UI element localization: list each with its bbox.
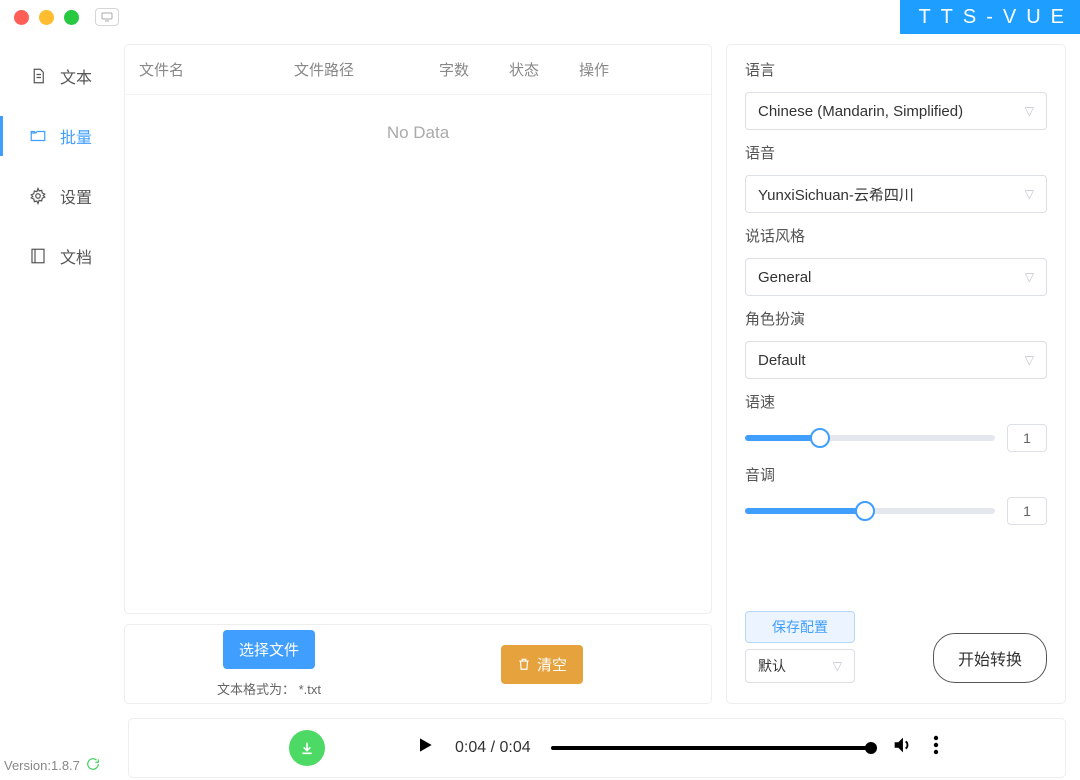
trash-icon xyxy=(517,657,531,671)
col-words: 字数 xyxy=(439,59,509,80)
chevron-down-icon: ▽ xyxy=(833,659,842,673)
play-button[interactable] xyxy=(415,735,435,761)
app-title: TTS-VUE xyxy=(900,0,1080,34)
pitch-slider[interactable] xyxy=(745,508,995,514)
col-filepath: 文件路径 xyxy=(294,59,439,80)
panel-left: 文件名 文件路径 字数 状态 操作 No Data 选择文件 文本格式为： *.… xyxy=(124,44,712,780)
file-format-hint: 文本格式为： *.txt xyxy=(217,679,321,698)
progress-bar[interactable] xyxy=(551,746,871,750)
table-empty: No Data xyxy=(125,95,711,171)
chevron-down-icon: ▽ xyxy=(1025,104,1034,118)
col-actions: 操作 xyxy=(579,59,697,80)
pitch-value[interactable]: 1 xyxy=(1007,497,1047,525)
col-filename: 文件名 xyxy=(139,59,294,80)
voice-select[interactable]: YunxiSichuan-云希四川 ▽ xyxy=(745,175,1047,213)
minimize-window-button[interactable] xyxy=(39,10,54,25)
folder-icon xyxy=(28,126,48,146)
volume-button[interactable] xyxy=(891,734,913,762)
save-config-button[interactable]: 保存配置 xyxy=(745,611,855,643)
language-label: 语言 xyxy=(745,59,1047,80)
config-panel: 语言 Chinese (Mandarin, Simplified) ▽ 语音 Y… xyxy=(726,44,1066,704)
audio-player: 0:04 / 0:04 xyxy=(128,718,1066,778)
content: 文件名 文件路径 字数 状态 操作 No Data 选择文件 文本格式为： *.… xyxy=(124,34,1080,780)
col-status: 状态 xyxy=(509,59,579,80)
role-label: 角色扮演 xyxy=(745,308,1047,329)
book-icon xyxy=(28,246,48,266)
more-button[interactable] xyxy=(933,735,939,761)
playback-time: 0:04 / 0:04 xyxy=(455,739,531,757)
chevron-down-icon: ▽ xyxy=(1025,187,1034,201)
maximize-window-button[interactable] xyxy=(64,10,79,25)
sidebar-item-label: 批量 xyxy=(60,124,92,148)
file-table: 文件名 文件路径 字数 状态 操作 No Data xyxy=(124,44,712,614)
role-select[interactable]: Default ▽ xyxy=(745,341,1047,379)
traffic-lights xyxy=(14,10,79,25)
sidebar-item-text[interactable]: 文本 xyxy=(0,46,124,106)
sidebar: 文本 批量 设置 文档 Version:1.8.7 xyxy=(0,34,124,780)
sidebar-item-docs[interactable]: 文档 xyxy=(0,226,124,286)
style-label: 说话风格 xyxy=(745,225,1047,246)
download-icon xyxy=(299,740,315,756)
chevron-down-icon: ▽ xyxy=(1025,353,1034,367)
titlebar: TTS-VUE xyxy=(0,0,1080,34)
file-toolbar: 选择文件 文本格式为： *.txt 清空 xyxy=(124,624,712,704)
display-icon[interactable] xyxy=(95,8,119,26)
table-header: 文件名 文件路径 字数 状态 操作 xyxy=(125,45,711,95)
sidebar-item-label: 设置 xyxy=(60,184,92,208)
chevron-down-icon: ▽ xyxy=(1025,270,1034,284)
refresh-icon[interactable] xyxy=(86,757,100,774)
style-select[interactable]: General ▽ xyxy=(745,258,1047,296)
gear-icon xyxy=(28,186,48,206)
sidebar-item-batch[interactable]: 批量 xyxy=(0,106,124,166)
preset-select[interactable]: 默认 ▽ xyxy=(745,649,855,683)
version-label: Version:1.8.7 xyxy=(4,757,100,774)
clear-button[interactable]: 清空 xyxy=(501,645,583,684)
sidebar-item-settings[interactable]: 设置 xyxy=(0,166,124,226)
sidebar-item-label: 文本 xyxy=(60,64,92,88)
download-button[interactable] xyxy=(289,730,325,766)
sidebar-item-label: 文档 xyxy=(60,244,92,268)
speed-value[interactable]: 1 xyxy=(1007,424,1047,452)
language-select[interactable]: Chinese (Mandarin, Simplified) ▽ xyxy=(745,92,1047,130)
close-window-button[interactable] xyxy=(14,10,29,25)
pitch-label: 音调 xyxy=(745,464,1047,485)
speed-slider[interactable] xyxy=(745,435,995,441)
voice-label: 语音 xyxy=(745,142,1047,163)
document-icon xyxy=(28,66,48,86)
speed-label: 语速 xyxy=(745,391,1047,412)
choose-file-button[interactable]: 选择文件 xyxy=(223,630,315,669)
start-convert-button[interactable]: 开始转换 xyxy=(933,633,1047,683)
